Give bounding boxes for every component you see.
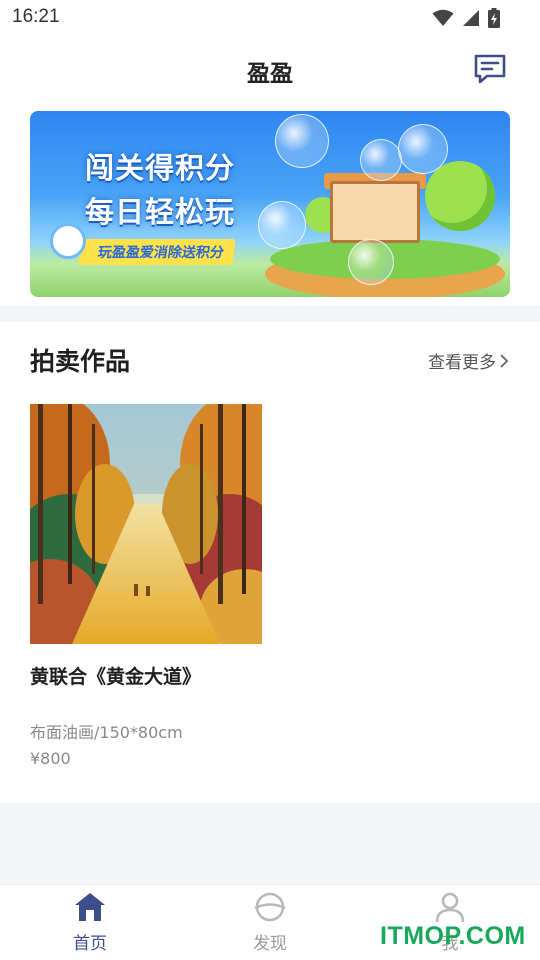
message-icon [473, 54, 507, 90]
nav-item-discover[interactable]: 发现 [220, 891, 320, 954]
pointing-hand-icon [50, 223, 86, 259]
fruit-bubble [398, 124, 448, 174]
planet-icon [220, 891, 320, 927]
wifi-icon [432, 9, 454, 27]
fruit-bubble [275, 114, 329, 168]
promo-banner[interactable]: 闯关得积分 每日轻松玩 玩盈盈爱消除送积分 [30, 111, 510, 297]
section-title: 拍卖作品 [30, 347, 131, 376]
view-more-link[interactable]: 查看更多 [428, 348, 510, 373]
chevron-right-icon [498, 352, 510, 370]
battery-charging-icon [488, 8, 500, 28]
view-more-label: 查看更多 [428, 353, 496, 373]
banner-tag: 玩盈盈爱消除送积分 [78, 239, 236, 265]
banner-title-line1: 闯关得积分 [85, 151, 236, 185]
artwork-image [30, 404, 262, 644]
message-button[interactable] [473, 52, 507, 86]
status-time: 16:21 [12, 6, 60, 27]
auction-section: 拍卖作品 查看更多 黄联合《黄金大道》 布面油画/150*80cm ¥800 [0, 322, 540, 803]
banner-container: 闯关得积分 每日轻松玩 玩盈盈爱消除送积分 [0, 104, 540, 306]
page-title: 盈盈 [247, 61, 293, 87]
fruit-bubble [348, 239, 394, 285]
status-icons [432, 8, 500, 28]
app-header: 盈盈 [0, 34, 540, 104]
status-bar: 16:21 [0, 0, 540, 34]
fruit-bubble [360, 139, 402, 181]
artwork-price: ¥800 [30, 749, 71, 768]
artwork-name: 黄联合《黄金大道》 [30, 666, 202, 688]
banner-title-line2: 每日轻松玩 [85, 195, 236, 229]
nav-label-home: 首页 [73, 934, 107, 954]
banner-fruit-stall [330, 181, 420, 243]
artwork-medium: 布面油画/150*80cm [30, 723, 183, 742]
signal-icon [462, 9, 480, 27]
watermark: ITMOP.COM [380, 922, 526, 950]
banner-tree [425, 161, 495, 231]
home-icon [40, 891, 140, 927]
nav-item-home[interactable]: 首页 [40, 891, 140, 954]
fruit-bubble [258, 201, 306, 249]
artwork-card[interactable]: 黄联合《黄金大道》 布面油画/150*80cm ¥800 [30, 404, 262, 768]
nav-label-discover: 发现 [253, 934, 287, 954]
